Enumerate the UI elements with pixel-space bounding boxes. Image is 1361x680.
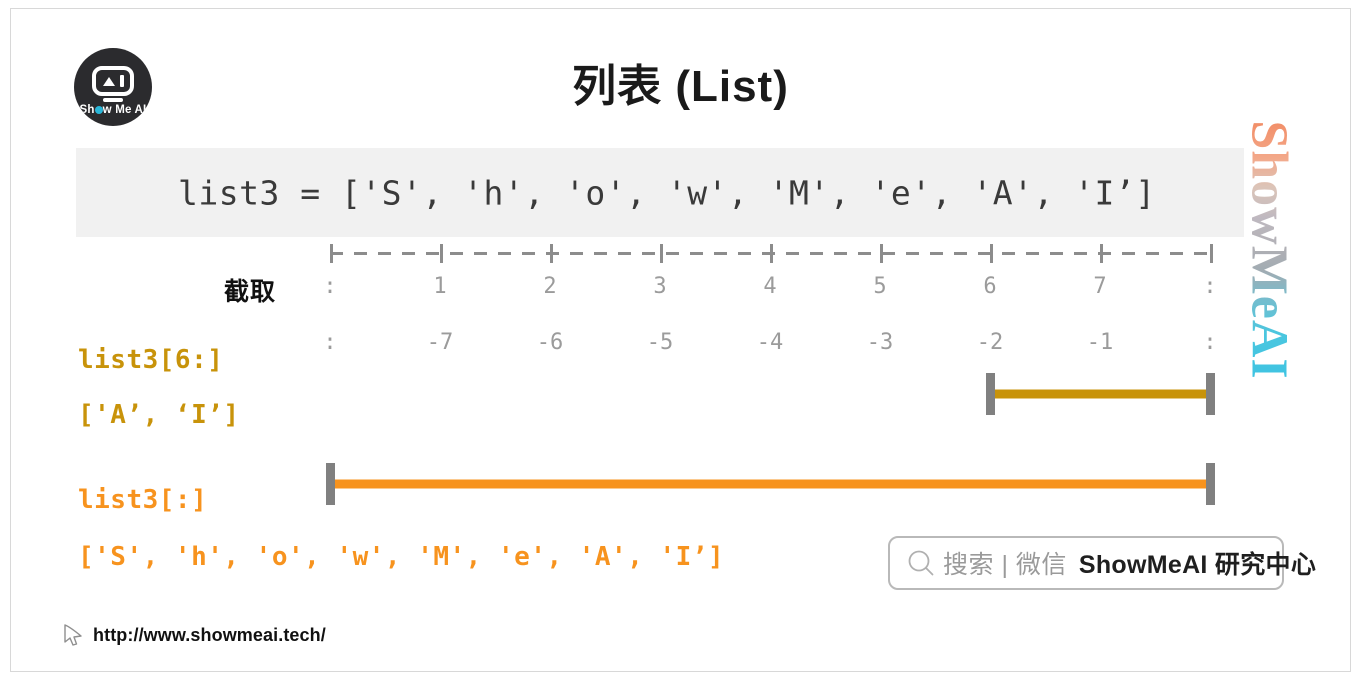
code-band: list3 = ['S', 'h', 'o', 'w', 'M', 'e', '… xyxy=(76,148,1244,237)
ruler-tick xyxy=(990,244,993,263)
positive-index-5: 5 xyxy=(873,274,887,299)
positive-index-1: 1 xyxy=(433,274,447,299)
ruler-tick xyxy=(770,244,773,263)
slice-expression-0: list3[6:] xyxy=(78,345,224,375)
search-icon xyxy=(908,550,934,576)
positive-index-row: : 1 2 3 4 5 6 7: xyxy=(323,274,1216,300)
badge-dark-text: ShowMeAI 研究中心 xyxy=(1078,551,1317,579)
positive-index-6: 6 xyxy=(983,274,997,299)
slice-bracket-0 xyxy=(985,373,1215,415)
slice-cap-right-0 xyxy=(1205,373,1215,415)
positive-index-0: : xyxy=(323,274,337,299)
slice-bracket-1 xyxy=(325,463,1215,505)
section-label-slice: 截取 xyxy=(224,278,277,306)
wechat-search-badge[interactable]: 搜索 | 微信 ShowMeAI 研究中心 xyxy=(888,536,1316,590)
negative-index-4: -4 xyxy=(756,330,784,355)
cursor-icon xyxy=(64,624,82,646)
page-title: 列表 (List) xyxy=(572,62,789,111)
negative-index-0: : xyxy=(323,330,337,355)
positive-index-7: 7 xyxy=(1093,274,1107,299)
slice-bar-1 xyxy=(325,479,1215,489)
badge-grey-text: 搜索 | 微信 xyxy=(943,551,1067,579)
watermark-text: ShowMeAI xyxy=(1240,120,1298,380)
ruler-tick xyxy=(1210,244,1213,263)
footer-url: http://www.showmeai.tech/ xyxy=(93,624,326,645)
ruler-tick xyxy=(660,244,663,263)
slice-bar-0 xyxy=(985,389,1215,399)
negative-index-7: -1 xyxy=(1086,330,1114,355)
slide-root: Sh w Me AI 列表 (List) ShowMeAI list3 = ['S… xyxy=(0,0,1361,680)
positive-index-3: 3 xyxy=(653,274,667,299)
slice-cap-left-0 xyxy=(985,373,995,415)
footer: http://www.showmeai.tech/ xyxy=(62,622,326,648)
positive-index-2: 2 xyxy=(543,274,557,299)
slice-cap-left-1 xyxy=(325,463,335,505)
slice-expression-1: list3[:] xyxy=(78,485,208,515)
slice-cap-right-1 xyxy=(1205,463,1215,505)
ruler-tick xyxy=(550,244,553,263)
slice-result-1: ['S', 'h', 'o', 'w', 'M', 'e', 'A', 'I’] xyxy=(78,542,725,572)
negative-index-5: -3 xyxy=(866,330,894,355)
negative-index-row: : -7 -6 -5 -4 -3 -2 -1: xyxy=(323,330,1216,356)
negative-index-8: : xyxy=(1203,330,1217,355)
index-ruler xyxy=(330,244,1213,263)
positive-index-4: 4 xyxy=(763,274,777,299)
vertical-watermark: ShowMeAI xyxy=(1239,120,1299,380)
ruler-tick xyxy=(880,244,883,263)
ruler-tick xyxy=(440,244,443,263)
slice-result-0: ['A’, ‘I’] xyxy=(78,400,240,430)
ruler-tick xyxy=(330,244,333,263)
ruler-tick xyxy=(1100,244,1103,263)
negative-index-2: -6 xyxy=(536,330,564,355)
negative-index-3: -5 xyxy=(646,330,674,355)
negative-index-1: -7 xyxy=(426,330,454,355)
negative-index-6: -2 xyxy=(976,330,1004,355)
positive-index-8: : xyxy=(1203,274,1217,299)
code-declaration: list3 = ['S', 'h', 'o', 'w', 'M', 'e', '… xyxy=(178,173,1156,212)
